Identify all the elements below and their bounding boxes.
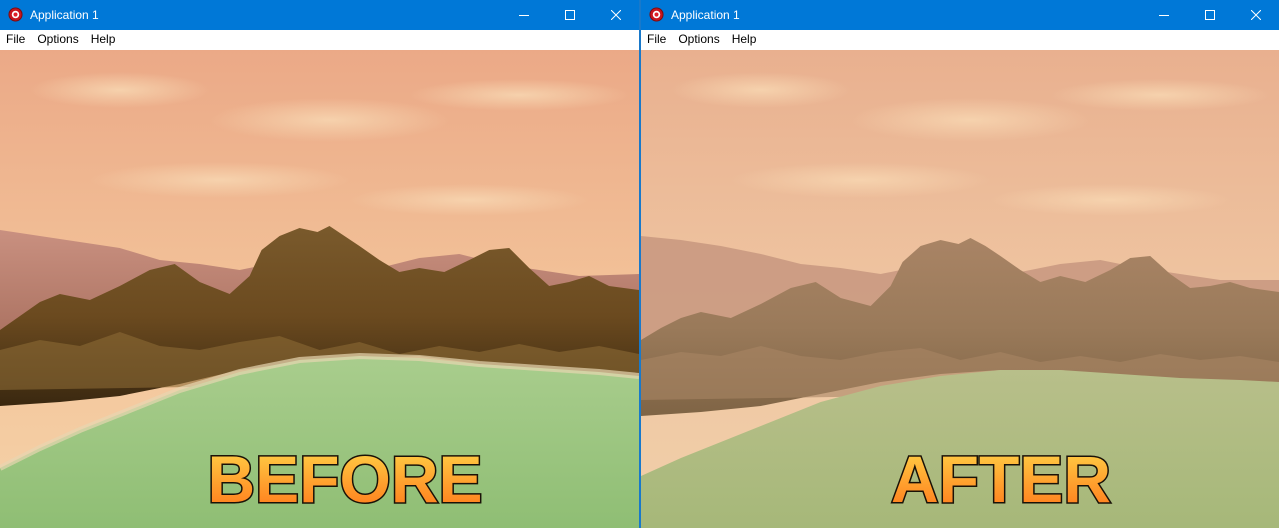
render-viewport[interactable]: AFTER [641, 50, 1279, 528]
window-before: Application 1 File Options Help BEFORE [0, 0, 640, 528]
app-icon [8, 7, 23, 22]
menu-bar: File Options Help [641, 30, 1279, 49]
after-label-text: AFTER [891, 442, 1111, 516]
window-after: Application 1 File Options Help AFTER [640, 0, 1279, 528]
minimize-icon [1159, 15, 1169, 16]
menu-file[interactable]: File [0, 30, 31, 49]
window-title: Application 1 [30, 8, 99, 22]
app-icon [649, 7, 664, 22]
titlebar[interactable]: Application 1 [0, 0, 639, 30]
titlebar[interactable]: Application 1 [641, 0, 1279, 30]
window-title: Application 1 [671, 8, 740, 22]
close-button[interactable] [1233, 0, 1279, 30]
minimize-button[interactable] [1141, 0, 1187, 30]
menu-help[interactable]: Help [85, 30, 122, 49]
close-icon [1251, 10, 1261, 20]
menu-file[interactable]: File [641, 30, 672, 49]
menu-bar: File Options Help [0, 30, 639, 49]
close-button[interactable] [593, 0, 639, 30]
menu-options[interactable]: Options [672, 30, 725, 49]
maximize-icon [1205, 10, 1215, 20]
maximize-icon [565, 10, 575, 20]
render-viewport[interactable]: BEFORE [0, 50, 639, 528]
close-icon [611, 10, 621, 20]
minimize-icon [519, 15, 529, 16]
before-label-text: BEFORE [207, 442, 482, 516]
menu-help[interactable]: Help [726, 30, 763, 49]
maximize-button[interactable] [1187, 0, 1233, 30]
menu-options[interactable]: Options [31, 30, 84, 49]
minimize-button[interactable] [501, 0, 547, 30]
before-label: BEFORE [206, 441, 484, 518]
after-label: AFTER [890, 441, 1113, 518]
maximize-button[interactable] [547, 0, 593, 30]
